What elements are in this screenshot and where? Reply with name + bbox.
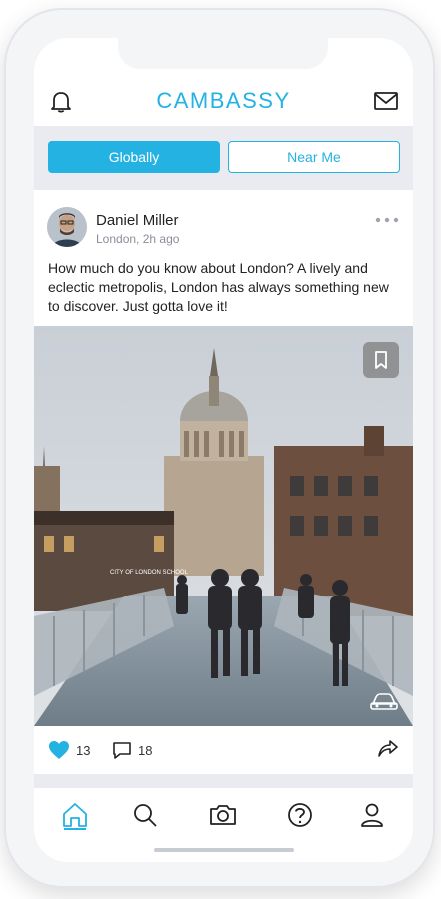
more-options-icon[interactable]	[375, 216, 399, 224]
post-author[interactable]: Daniel Miller	[96, 212, 179, 229]
mail-icon[interactable]	[373, 90, 399, 112]
post-meta: London, 2h ago	[96, 232, 180, 246]
post-header: Daniel Miller London, 2h ago	[34, 198, 413, 258]
avatar-image	[47, 207, 87, 247]
phone-notch	[118, 38, 328, 69]
comment-count: 18	[138, 742, 153, 758]
app-title: CAMBASSY	[156, 88, 291, 113]
home-indicator	[154, 848, 294, 852]
post-actions: 13 18	[34, 728, 413, 772]
camera-icon[interactable]	[208, 800, 238, 830]
post-image[interactable]: CITY OF LONDON SCHOOL	[34, 326, 413, 726]
bookmark-icon	[375, 351, 387, 369]
tab-near-me[interactable]: Near Me	[228, 141, 400, 173]
app-header: CAMBASSY	[34, 78, 413, 124]
school-sign-text: CITY OF LONDON SCHOOL	[110, 570, 189, 576]
feed-separator	[34, 774, 413, 788]
feed-tabs: Globally Near Me	[34, 126, 413, 190]
help-icon[interactable]	[285, 800, 315, 830]
comment-button[interactable]: 18	[112, 740, 152, 760]
profile-icon[interactable]	[357, 800, 387, 830]
comment-icon	[113, 742, 131, 759]
avatar[interactable]	[47, 207, 87, 247]
share-button[interactable]	[377, 738, 399, 758]
like-count: 13	[76, 742, 91, 758]
phone-frame: CAMBASSY Globally Near Me Daniel Miller …	[4, 8, 435, 888]
search-icon[interactable]	[130, 800, 160, 830]
bookmark-button[interactable]	[363, 342, 399, 378]
home-icon[interactable]	[60, 800, 90, 830]
tab-globally[interactable]: Globally	[48, 141, 220, 173]
app-screen: CAMBASSY Globally Near Me Daniel Miller …	[34, 38, 413, 862]
post-text: How much do you know about London? A liv…	[48, 260, 389, 314]
heart-icon	[49, 741, 69, 759]
like-button[interactable]: 13	[48, 740, 90, 760]
share-icon	[378, 740, 398, 757]
london-photo: CITY OF LONDON SCHOOL	[34, 326, 413, 726]
car-icon[interactable]	[369, 690, 399, 712]
